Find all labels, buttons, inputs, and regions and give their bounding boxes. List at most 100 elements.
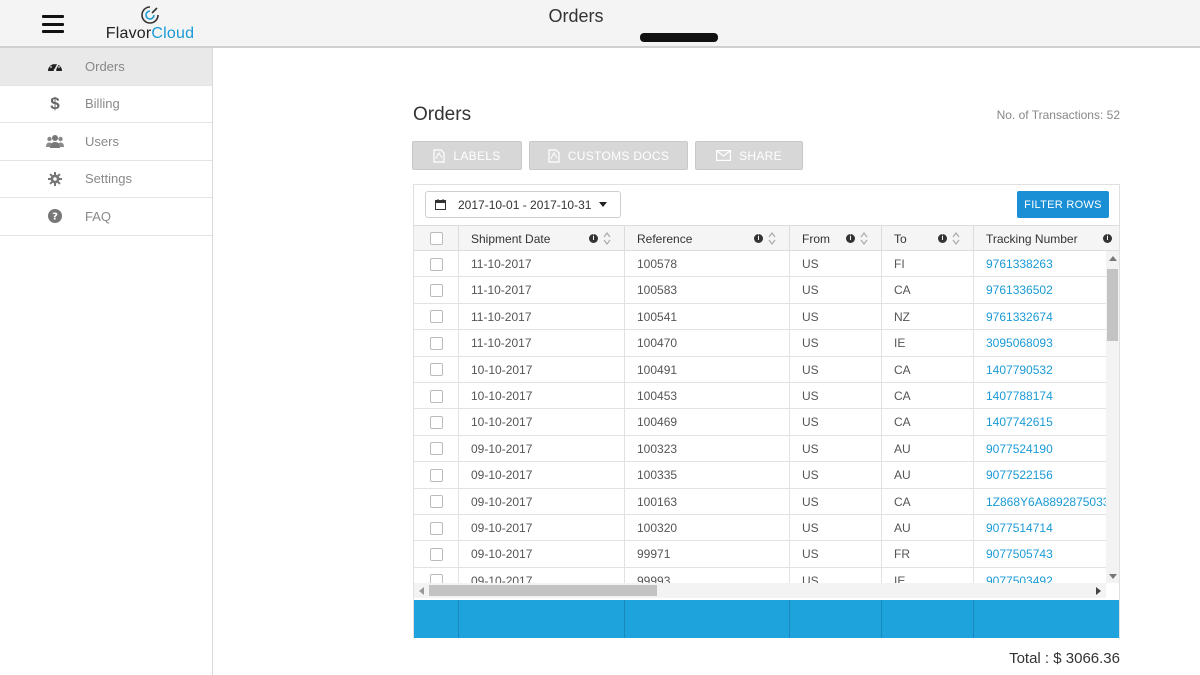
reference-cell: 100320 bbox=[625, 515, 790, 541]
customs-docs-button[interactable]: CUSTOMS DOCS bbox=[529, 141, 688, 170]
column-header-tracking-number[interactable]: Tracking Number i bbox=[974, 226, 1119, 251]
shipment-date-cell: 11-10-2017 bbox=[459, 303, 625, 330]
column-header-reference[interactable]: Reference i bbox=[625, 226, 790, 251]
tracking-number-link[interactable]: 9077522156 bbox=[974, 462, 1107, 488]
info-icon[interactable]: i bbox=[846, 234, 855, 243]
scroll-right-arrow-icon[interactable] bbox=[1096, 587, 1101, 595]
info-icon[interactable]: i bbox=[754, 234, 763, 243]
table-row[interactable]: 09-10-2017 100323 US AU 9077524190 bbox=[414, 435, 1107, 463]
info-icon[interactable]: i bbox=[589, 234, 598, 243]
to-cell: AU bbox=[882, 462, 974, 489]
sidebar-item-orders[interactable]: Orders bbox=[0, 48, 212, 86]
sidebar-item-users[interactable]: Users bbox=[0, 123, 212, 161]
row-checkbox[interactable] bbox=[429, 257, 443, 271]
row-checkbox[interactable] bbox=[429, 495, 443, 509]
filter-rows-button[interactable]: FILTER ROWS bbox=[1017, 191, 1109, 218]
table-row[interactable]: 10-10-2017 100469 US CA 1407742615 bbox=[414, 409, 1107, 436]
table-row[interactable]: 09-10-2017 99971 US FR 9077505743 bbox=[414, 541, 1107, 568]
sidebar-item-billing[interactable]: $ Billing bbox=[0, 86, 212, 123]
row-checkbox[interactable] bbox=[429, 363, 443, 377]
tracking-number-link[interactable]: 1Z868Y6A8892875033 bbox=[974, 489, 1107, 515]
labels-button[interactable]: LABELS bbox=[412, 141, 522, 170]
vertical-scrollbar[interactable] bbox=[1106, 251, 1119, 583]
table-toolbar: 2017-10-01 - 2017-10-31 FILTER ROWS bbox=[414, 185, 1119, 225]
tracking-number-link[interactable]: 9077514714 bbox=[974, 515, 1107, 541]
sidebar-item-faq[interactable]: ? FAQ bbox=[0, 198, 212, 236]
sort-icon[interactable] bbox=[768, 232, 776, 245]
scroll-down-arrow-icon[interactable] bbox=[1109, 574, 1117, 579]
column-header-from[interactable]: From i bbox=[790, 226, 882, 251]
column-header-to[interactable]: To i bbox=[882, 226, 974, 251]
row-checkbox[interactable] bbox=[429, 574, 443, 583]
share-button[interactable]: SHARE bbox=[695, 141, 803, 170]
to-cell: CA bbox=[882, 356, 974, 383]
from-cell: US bbox=[790, 435, 882, 462]
row-checkbox[interactable] bbox=[429, 389, 443, 403]
question-icon: ? bbox=[46, 207, 64, 225]
info-icon[interactable]: i bbox=[938, 234, 947, 243]
tracking-number-link[interactable]: 9761338263 bbox=[974, 251, 1107, 277]
row-checkbox[interactable] bbox=[429, 283, 443, 297]
labels-button-label: LABELS bbox=[453, 148, 501, 163]
table-row[interactable]: 10-10-2017 100453 US CA 1407788174 bbox=[414, 383, 1107, 410]
table-row[interactable]: 09-10-2017 100320 US AU 9077514714 bbox=[414, 515, 1107, 542]
table-row[interactable]: 11-10-2017 100578 US FI 9761338263 bbox=[414, 251, 1107, 278]
from-cell: US bbox=[790, 303, 882, 330]
table-row[interactable]: 10-10-2017 100491 US CA 1407790532 bbox=[414, 356, 1107, 383]
sidebar-item-label: Settings bbox=[85, 171, 132, 187]
table-row[interactable]: 11-10-2017 100470 US IE 3095068093 bbox=[414, 330, 1107, 357]
column-header-label: Tracking Number bbox=[986, 231, 1078, 246]
sort-icon[interactable] bbox=[603, 232, 611, 245]
flavorcloud-logo[interactable]: FlavorCloud bbox=[100, 4, 200, 46]
shipment-date-cell: 09-10-2017 bbox=[459, 515, 625, 541]
pdf-file-icon bbox=[433, 148, 446, 163]
row-checkbox[interactable] bbox=[429, 521, 443, 535]
reference-cell: 99993 bbox=[625, 567, 790, 583]
from-cell: US bbox=[790, 409, 882, 436]
hamburger-menu-icon[interactable] bbox=[42, 15, 64, 33]
scroll-left-arrow-icon[interactable] bbox=[419, 587, 424, 595]
table-row[interactable]: 09-10-2017 100335 US AU 9077522156 bbox=[414, 462, 1107, 489]
row-checkbox[interactable] bbox=[429, 415, 443, 429]
to-cell: IE bbox=[882, 330, 974, 357]
vertical-scroll-thumb[interactable] bbox=[1107, 269, 1118, 341]
row-checkbox[interactable] bbox=[429, 468, 443, 482]
scroll-up-arrow-icon[interactable] bbox=[1109, 256, 1117, 261]
tracking-number-link[interactable]: 1407788174 bbox=[974, 383, 1107, 409]
to-cell: CA bbox=[882, 488, 974, 515]
from-cell: US bbox=[790, 462, 882, 489]
table-row[interactable]: 11-10-2017 100541 US NZ 9761332674 bbox=[414, 303, 1107, 331]
row-checkbox[interactable] bbox=[429, 547, 443, 561]
tracking-number-link[interactable]: 9077505743 bbox=[974, 541, 1107, 567]
select-all-checkbox[interactable] bbox=[429, 232, 443, 245]
footer-divider bbox=[458, 600, 459, 638]
row-checkbox[interactable] bbox=[429, 336, 443, 350]
info-icon[interactable]: i bbox=[1103, 234, 1112, 243]
reference-cell: 100583 bbox=[625, 277, 790, 304]
from-cell: US bbox=[790, 356, 882, 383]
tracking-number-link[interactable]: 3095068093 bbox=[974, 330, 1107, 356]
tracking-number-link[interactable]: 9077524190 bbox=[974, 436, 1107, 462]
from-cell: US bbox=[790, 277, 882, 304]
column-header-shipment-date[interactable]: Shipment Date i bbox=[459, 226, 625, 251]
tracking-number-link[interactable]: 9761336502 bbox=[974, 277, 1107, 303]
tracking-number-link[interactable]: 9761332674 bbox=[974, 304, 1107, 330]
sidebar-item-settings[interactable]: Settings bbox=[0, 161, 212, 198]
horizontal-scrollbar[interactable] bbox=[414, 583, 1106, 598]
envelope-icon bbox=[716, 150, 732, 161]
date-range-select[interactable]: 2017-10-01 - 2017-10-31 bbox=[425, 191, 621, 218]
table-row[interactable]: 09-10-2017 99993 US IE 9077503492 bbox=[414, 567, 1107, 583]
horizontal-scroll-thumb[interactable] bbox=[429, 585, 657, 596]
row-checkbox[interactable] bbox=[429, 310, 443, 324]
logo-text: FlavorCloud bbox=[105, 25, 195, 42]
column-header-label: Reference bbox=[637, 231, 693, 246]
table-row[interactable]: 11-10-2017 100583 US CA 9761336502 bbox=[414, 277, 1107, 304]
tracking-number-link[interactable]: 9077503492 bbox=[974, 568, 1107, 583]
tracking-number-link[interactable]: 1407742615 bbox=[974, 409, 1107, 435]
select-all-cell bbox=[414, 226, 459, 251]
sort-icon[interactable] bbox=[860, 232, 868, 245]
table-row[interactable]: 09-10-2017 100163 US CA 1Z868Y6A88928750… bbox=[414, 488, 1107, 515]
tracking-number-link[interactable]: 1407790532 bbox=[974, 357, 1107, 383]
sort-icon[interactable] bbox=[952, 232, 960, 245]
row-checkbox[interactable] bbox=[429, 442, 443, 456]
